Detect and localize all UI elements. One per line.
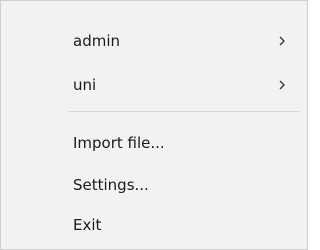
menu-item-label: Exit <box>73 216 102 234</box>
menu-item-exit[interactable]: Exit <box>1 207 307 243</box>
menu-item-label: Settings... <box>73 176 149 194</box>
menu-item-uni[interactable]: uni <box>1 67 307 103</box>
chevron-right-icon <box>277 36 287 46</box>
menu-separator <box>69 111 299 112</box>
menu-item-import-file[interactable]: Import file... <box>1 125 307 161</box>
menu-item-label: uni <box>73 76 97 94</box>
menu-item-admin[interactable]: admin <box>1 23 307 59</box>
context-menu: admin uni Import file... Settings... Exi… <box>0 0 308 250</box>
menu-item-label: Import file... <box>73 134 165 152</box>
menu-item-settings[interactable]: Settings... <box>1 167 307 203</box>
chevron-right-icon <box>277 80 287 90</box>
menu-item-label: admin <box>73 32 120 50</box>
